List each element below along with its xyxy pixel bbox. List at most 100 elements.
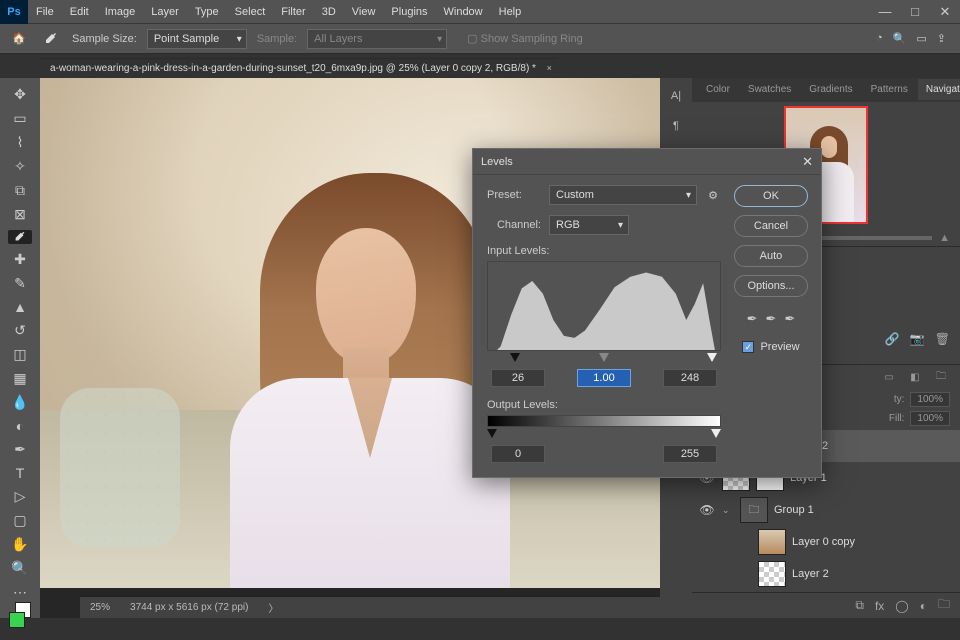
sample-size-select[interactable]: Point Sample (147, 29, 247, 49)
group-add-icon[interactable]: 🗀 (938, 595, 950, 616)
preset-options-icon[interactable]: ⚙ (705, 189, 721, 202)
cancel-button[interactable]: Cancel (734, 215, 808, 237)
paragraph-panel-icon[interactable]: ¶ (666, 116, 686, 136)
show-sampling-ring-checkbox[interactable]: ▢ Show Sampling Ring (467, 32, 583, 45)
layer-row[interactable]: Layer 2 (692, 558, 960, 590)
tab-gradients[interactable]: Gradients (801, 79, 860, 100)
dialog-titlebar[interactable]: Levels ✕ (473, 149, 821, 175)
input-gamma-field[interactable]: 1.00 (577, 369, 631, 387)
character-panel-icon[interactable]: A| (666, 86, 686, 106)
artboard-icon[interactable]: ▭ (880, 372, 898, 383)
move-tool-icon[interactable]: ✥ (8, 86, 32, 103)
black-point-slider[interactable] (510, 353, 520, 362)
menu-window[interactable]: Window (436, 0, 491, 24)
wand-tool-icon[interactable]: ✧ (8, 158, 32, 175)
path-select-tool-icon[interactable]: ▷ (8, 488, 32, 505)
document-tab[interactable]: a-woman-wearing-a-pink-dress-in-a-garden… (40, 58, 558, 78)
tab-navigator[interactable]: Navigator (918, 79, 960, 100)
eraser-tool-icon[interactable]: ◫ (8, 346, 32, 363)
output-white-slider[interactable] (711, 429, 721, 438)
layer-name[interactable]: Group 1 (774, 504, 814, 516)
fill-field[interactable]: 100% (910, 411, 950, 426)
menu-plugins[interactable]: Plugins (383, 0, 435, 24)
share-icon[interactable]: ⇪ (937, 32, 946, 45)
input-black-field[interactable]: 26 (491, 369, 545, 387)
layer-name[interactable]: Layer 0 copy (792, 536, 855, 548)
trash-icon[interactable]: 🗑 (935, 332, 950, 346)
blur-tool-icon[interactable]: 💧 (8, 394, 32, 411)
menu-image[interactable]: Image (97, 0, 144, 24)
mask-icon[interactable]: ◧ (906, 372, 924, 383)
marquee-tool-icon[interactable]: ▭ (8, 110, 32, 127)
crop-tool-icon[interactable]: ⧉ (8, 182, 32, 199)
histogram[interactable] (487, 261, 721, 351)
channel-select[interactable]: RGB (549, 215, 629, 235)
menu-layer[interactable]: Layer (143, 0, 187, 24)
tab-color[interactable]: Color (698, 79, 738, 100)
opacity-field[interactable]: 100% (910, 392, 950, 407)
link-layers-icon[interactable]: ⧉ (855, 598, 864, 613)
layer-thumbnail[interactable] (758, 561, 786, 587)
edit-toolbar-icon[interactable]: ⋯ (8, 584, 32, 601)
adjustment-add-icon[interactable]: ◐ (920, 599, 927, 613)
output-sliders[interactable] (487, 429, 721, 441)
input-sliders[interactable] (487, 353, 721, 365)
output-white-field[interactable]: 255 (663, 445, 717, 463)
dodge-tool-icon[interactable]: ◐ (8, 418, 32, 434)
shape-tool-icon[interactable]: ▢ (8, 512, 32, 529)
window-maximize-button[interactable]: □ (900, 1, 930, 23)
sample-layers-select[interactable]: All Layers (307, 29, 447, 49)
black-eyedropper-icon[interactable]: ✒ (747, 311, 758, 327)
output-gradient[interactable] (487, 415, 721, 427)
auto-button[interactable]: Auto (734, 245, 808, 267)
window-close-button[interactable]: ✕ (930, 1, 960, 23)
menu-filter[interactable]: Filter (273, 0, 313, 24)
menu-edit[interactable]: Edit (62, 0, 97, 24)
menu-3d[interactable]: 3D (314, 0, 344, 24)
eyedropper-tool-icon[interactable] (40, 28, 62, 50)
output-black-field[interactable]: 0 (491, 445, 545, 463)
options-button[interactable]: Options... (734, 275, 808, 297)
tab-swatches[interactable]: Swatches (740, 79, 799, 100)
preview-checkbox[interactable]: ✓Preview (742, 341, 799, 353)
layer-group-row[interactable]: 👁 ⌄ 🗀 Group 1 (692, 494, 960, 526)
menu-type[interactable]: Type (187, 0, 227, 24)
menu-select[interactable]: Select (227, 0, 274, 24)
menu-help[interactable]: Help (491, 0, 530, 24)
stamp-tool-icon[interactable]: ▲ (8, 299, 32, 315)
gradient-tool-icon[interactable]: ▦ (8, 370, 32, 387)
folder-icon[interactable]: 🗀 (932, 369, 950, 386)
home-icon[interactable]: 🏠 (8, 28, 30, 50)
zoom-tool-icon[interactable]: 🔍 (8, 560, 32, 577)
type-tool-icon[interactable]: T (8, 465, 32, 481)
fx-icon[interactable]: fx (875, 599, 884, 613)
white-eyedropper-icon[interactable]: ✒ (784, 311, 795, 327)
eyedropper-tool-icon[interactable] (8, 230, 32, 244)
cloud-sync-icon[interactable]: ◔ (876, 32, 883, 45)
snapshot-icon[interactable]: 📷 (910, 332, 925, 346)
frame-tool-icon[interactable]: ⊠ (8, 206, 32, 223)
layer-name[interactable]: Layer 2 (792, 568, 829, 580)
visibility-toggle-icon[interactable]: 👁 (698, 503, 716, 517)
menu-view[interactable]: View (344, 0, 384, 24)
tab-close-icon[interactable]: × (547, 63, 552, 73)
link-icon[interactable]: 🔗 (885, 332, 900, 346)
pen-tool-icon[interactable]: ✒ (8, 441, 32, 458)
preset-select[interactable]: Custom (549, 185, 697, 205)
lasso-tool-icon[interactable]: ⌇ (8, 134, 32, 151)
white-point-slider[interactable] (707, 353, 717, 362)
window-minimize-button[interactable]: ― (870, 1, 900, 23)
mask-add-icon[interactable]: ◯ (895, 599, 908, 613)
workspace-icon[interactable]: ▭ (916, 32, 926, 45)
healing-tool-icon[interactable]: ✚ (8, 251, 32, 268)
brush-tool-icon[interactable]: ✎ (8, 275, 32, 292)
ok-button[interactable]: OK (734, 185, 808, 207)
input-white-field[interactable]: 248 (663, 369, 717, 387)
gamma-slider[interactable] (599, 353, 609, 362)
gray-eyedropper-icon[interactable]: ✒ (766, 311, 777, 327)
hand-tool-icon[interactable]: ✋ (8, 536, 32, 553)
history-brush-tool-icon[interactable]: ↺ (8, 322, 32, 339)
layer-thumbnail[interactable] (758, 529, 786, 555)
tab-patterns[interactable]: Patterns (863, 79, 916, 100)
layer-row[interactable]: Layer 0 copy (692, 526, 960, 558)
